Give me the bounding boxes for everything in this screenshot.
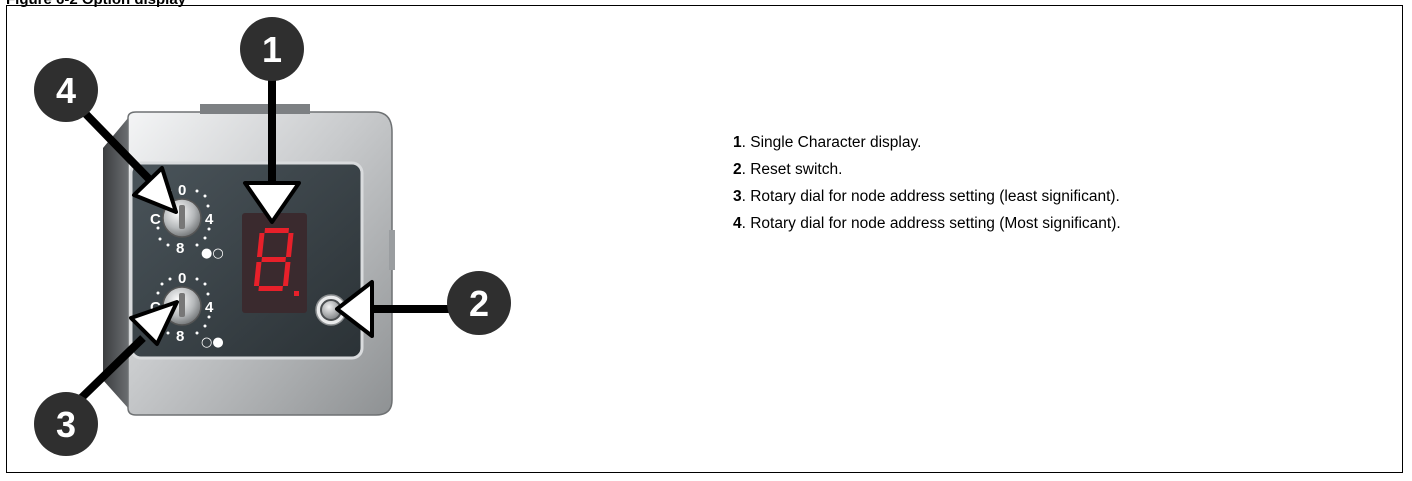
callout-3: 3 xyxy=(34,392,98,456)
callout-3-number: 3 xyxy=(56,404,76,445)
dial-bottom-indicator: ○● xyxy=(201,335,224,350)
legend-item-number: 4 xyxy=(733,215,742,232)
callout-2: 2 xyxy=(447,271,511,335)
legend-item-4: 4. Rotary dial for node address setting … xyxy=(733,210,1121,237)
dial-top-label-c: C xyxy=(150,211,161,228)
dial-top-label-0: 0 xyxy=(178,182,186,199)
dial-bottom-label-4: 4 xyxy=(205,299,214,316)
callout-4: 4 xyxy=(34,58,98,122)
callout-4-number: 4 xyxy=(56,70,76,111)
seven-segment-display xyxy=(242,213,307,313)
legend-item-number: 3 xyxy=(733,188,742,205)
callout-1-number: 1 xyxy=(262,29,282,70)
legend-item-number: 2 xyxy=(733,161,742,178)
legend-item-text: . Reset switch. xyxy=(741,161,843,178)
dial-bottom-label-8: 8 xyxy=(176,328,184,345)
legend-item-text: . Rotary dial for node address setting (… xyxy=(741,215,1121,232)
legend-item-2: 2. Reset switch. xyxy=(733,156,1121,183)
device-illustration: 0 4 8 C ●○ 0 4 8 C ○● xyxy=(34,17,511,456)
legend-item-text: . Single Character display. xyxy=(741,134,922,151)
dial-top-label-4: 4 xyxy=(205,211,214,228)
legend-item-text: . Rotary dial for node address setting (… xyxy=(741,188,1120,205)
legend-item-1: 1. Single Character display. xyxy=(733,129,1121,156)
callout-2-number: 2 xyxy=(469,283,489,324)
dial-top-label-8: 8 xyxy=(176,240,184,257)
dial-top-indicator: ●○ xyxy=(201,246,224,261)
legend-item-3: 3. Rotary dial for node address setting … xyxy=(733,183,1121,210)
legend-list: 1. Single Character display. 2. Reset sw… xyxy=(733,129,1121,237)
callout-1: 1 xyxy=(240,17,304,81)
dial-bottom-label-0: 0 xyxy=(178,270,186,287)
legend-item-number: 1 xyxy=(733,134,742,151)
